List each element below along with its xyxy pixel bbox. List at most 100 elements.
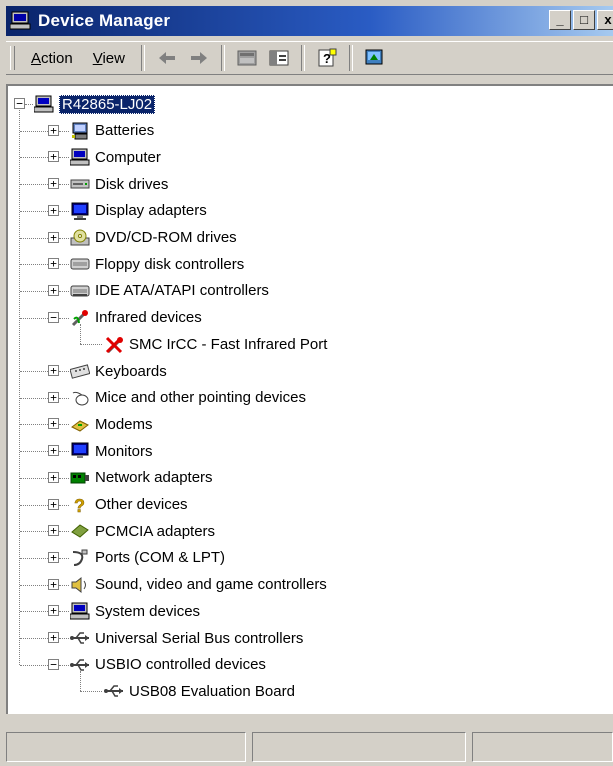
collapse-toggle[interactable]: − <box>48 311 59 323</box>
collapse-toggle[interactable]: − <box>14 98 25 109</box>
expand-toggle[interactable]: + <box>48 391 59 403</box>
tree-connector-line <box>25 104 33 105</box>
node-label: SMC IrCC - Fast Infrared Port <box>129 335 328 353</box>
collapse-toggle[interactable]: − <box>48 658 59 670</box>
tree-node[interactable]: Computer <box>69 145 161 169</box>
tree-node[interactable]: SMC IrCC - Fast Infrared Port <box>104 332 327 356</box>
properties-button[interactable] <box>233 45 261 71</box>
properties-icon <box>237 50 257 66</box>
tree-node[interactable]: Mice and other pointing devices <box>70 386 306 410</box>
tree-node[interactable]: Ports (COM & LPT) <box>70 546 225 570</box>
status-panel <box>472 732 613 762</box>
node-label: Network adapters <box>95 469 213 487</box>
network-adapter-icon <box>70 469 90 487</box>
tree-node[interactable]: ? Other devices <box>70 493 188 517</box>
tree-connector-line <box>20 664 48 666</box>
tree-node[interactable]: System devices <box>69 599 201 623</box>
action-menu[interactable]: Action <box>21 50 83 67</box>
expand-toggle[interactable]: + <box>48 578 59 590</box>
tree-node[interactable]: USBIO controlled devices <box>70 653 266 677</box>
expand-toggle[interactable]: + <box>48 471 59 483</box>
tree-node[interactable]: Sound, video and game controllers <box>70 573 327 597</box>
tree-connector-line <box>20 317 48 319</box>
title-bar[interactable]: Device Manager _ □ x <box>6 6 613 36</box>
expand-toggle[interactable]: + <box>48 605 59 617</box>
tree-node[interactable]: Disk drives <box>70 172 168 196</box>
expand-toggle[interactable]: + <box>48 151 59 163</box>
tree-node[interactable]: Display adapters <box>70 199 207 223</box>
node-label: Disk drives <box>95 175 169 193</box>
tree-node[interactable]: Keyboards <box>69 359 167 383</box>
ide-controller-icon <box>70 282 90 300</box>
status-panel <box>252 732 466 762</box>
tree-connector-line <box>59 371 69 372</box>
view-menu-hotkey: V <box>92 49 103 67</box>
tree-connector-line <box>20 210 48 212</box>
expand-toggle[interactable]: + <box>48 445 59 457</box>
action-menu-label: ction <box>41 49 73 67</box>
tree-connector-line <box>80 670 81 692</box>
status-bar <box>6 732 613 766</box>
tree-node[interactable]: DVD/CD-ROM drives <box>70 226 237 250</box>
view-menu-label: iew <box>102 49 125 67</box>
maximize-button[interactable]: □ <box>573 10 595 30</box>
node-label: Batteries <box>95 122 155 140</box>
view-menu[interactable]: View <box>83 50 135 67</box>
expand-toggle[interactable]: + <box>48 418 59 430</box>
expand-toggle[interactable]: + <box>48 178 59 190</box>
tree-connector-line <box>59 664 69 666</box>
usb-icon <box>104 682 124 700</box>
expand-toggle[interactable]: + <box>48 231 59 243</box>
tree-connector-line <box>19 110 20 665</box>
port-icon <box>70 549 90 567</box>
split-view-button[interactable] <box>265 45 293 71</box>
tree-node[interactable]: Universal Serial Bus controllers <box>70 626 303 650</box>
display-adapter-icon <box>70 202 90 220</box>
tree-connector-line <box>20 531 48 533</box>
tree-connector-line <box>20 477 48 479</box>
expand-toggle[interactable]: + <box>48 284 59 296</box>
forward-button[interactable] <box>185 45 213 71</box>
node-label: Sound, video and game controllers <box>95 576 327 594</box>
expand-toggle[interactable]: + <box>48 632 59 643</box>
tree-node[interactable]: USB08 Evaluation Board <box>104 679 295 703</box>
window-controls: _ □ x <box>549 10 613 30</box>
infrared-disabled-icon <box>104 335 124 354</box>
tree-node[interactable]: Infrared devices <box>70 306 202 330</box>
tree-node[interactable]: Modems <box>70 412 153 436</box>
node-label: Keyboards <box>95 362 167 380</box>
device-manager-window: Device Manager _ □ x Action View ? − R42… <box>0 0 613 766</box>
minimize-button[interactable]: _ <box>549 10 571 30</box>
tree-root[interactable]: R42865-LJ02 <box>33 92 156 116</box>
toolbar-grip[interactable] <box>10 46 15 70</box>
tree-node[interactable]: Network adapters <box>70 466 213 490</box>
close-button[interactable]: x <box>597 10 613 30</box>
device-tree[interactable]: − R42865-LJ02 + Batteries + Computer + Disk dri… <box>6 84 613 714</box>
tree-connector-line <box>20 584 48 586</box>
tree-node[interactable]: PCMCIA adapters <box>70 519 215 543</box>
tree-connector-line <box>59 210 69 212</box>
expand-toggle[interactable]: + <box>48 551 59 563</box>
node-label: System devices <box>95 602 201 620</box>
help-button[interactable]: ? <box>313 45 341 71</box>
scan-hardware-button[interactable] <box>361 45 389 71</box>
expand-toggle[interactable]: + <box>48 258 59 270</box>
tree-connector-line <box>20 557 48 559</box>
expand-toggle[interactable]: + <box>48 498 59 510</box>
expand-toggle[interactable]: + <box>48 204 59 216</box>
tree-node[interactable]: Batteries <box>70 119 154 143</box>
tree-node[interactable]: Floppy disk controllers <box>70 252 244 276</box>
cdrom-icon <box>70 229 90 247</box>
scan-hardware-icon <box>365 49 383 65</box>
device-manager-icon <box>9 11 32 31</box>
disk-drive-icon <box>70 175 90 193</box>
expand-toggle[interactable]: + <box>48 525 59 537</box>
mouse-icon <box>70 389 90 407</box>
expand-toggle[interactable]: + <box>48 124 59 136</box>
tree-node[interactable]: Monitors <box>70 439 153 463</box>
back-button[interactable] <box>153 45 181 71</box>
tree-node[interactable]: IDE ATA/ATAPI controllers <box>70 279 269 303</box>
tree-connector-line <box>20 611 48 613</box>
tree-connector-line <box>20 451 48 453</box>
expand-toggle[interactable]: + <box>48 365 59 376</box>
